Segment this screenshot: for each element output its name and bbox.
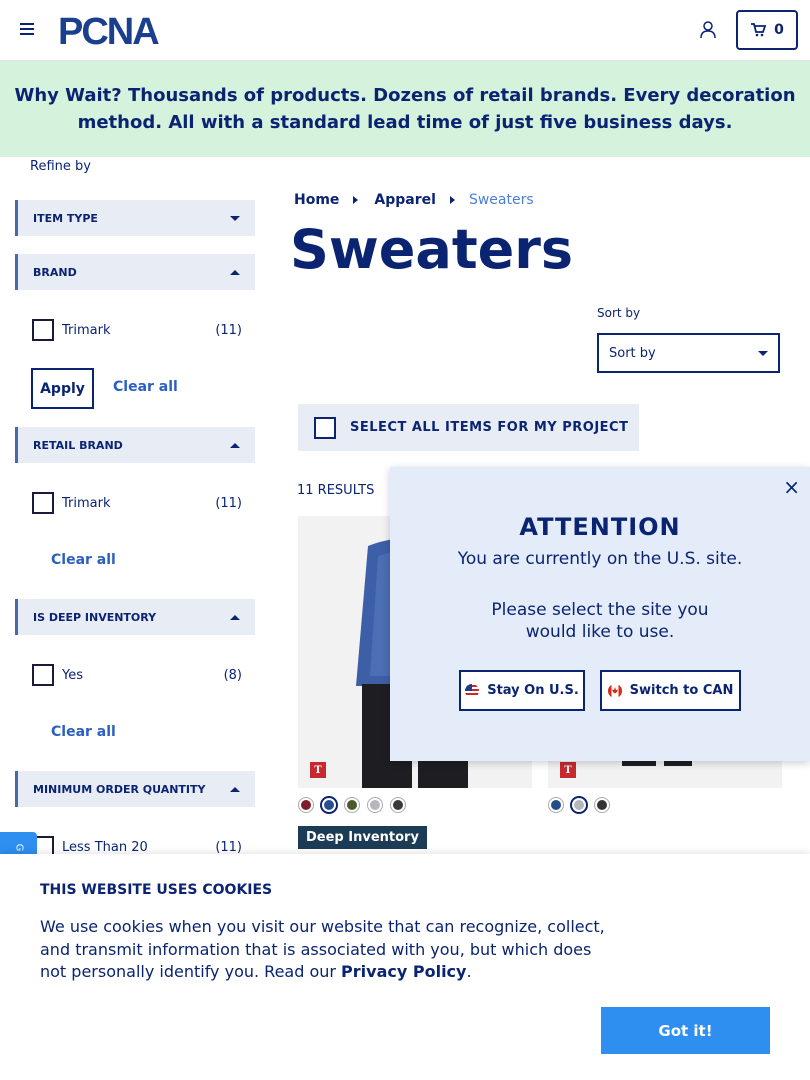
- clear-all-brand-link[interactable]: Clear all: [113, 379, 178, 395]
- cookie-text: We use cookies when you visit our websit…: [40, 917, 605, 981]
- facet-option-label: Trimark: [62, 495, 111, 511]
- facet-deep-inventory[interactable]: IS DEEP INVENTORY: [15, 599, 255, 635]
- facet-brand[interactable]: BRAND: [15, 254, 255, 290]
- cart-button[interactable]: 0: [736, 10, 798, 50]
- sort-selected-value: Sort by: [609, 345, 656, 361]
- color-swatches: [299, 798, 405, 812]
- facet-item-type[interactable]: ITEM TYPE: [15, 200, 255, 236]
- caret-up-icon: [230, 442, 240, 448]
- caret-down-icon: [758, 350, 768, 356]
- clear-all-deep-link[interactable]: Clear all: [51, 724, 116, 740]
- cookie-title: THIS WEBSITE USES COOKIES: [40, 882, 273, 898]
- facet-title: BRAND: [33, 265, 77, 279]
- apply-button[interactable]: Apply: [31, 368, 94, 409]
- breadcrumb-current: Sweaters: [468, 192, 534, 208]
- breadcrumb: Home Apparel Sweaters: [294, 192, 534, 208]
- checkbox[interactable]: [32, 492, 54, 514]
- facet-title: MINIMUM ORDER QUANTITY: [33, 782, 206, 796]
- got-it-button[interactable]: Got it!: [601, 1007, 770, 1054]
- clear-all-retail-link[interactable]: Clear all: [51, 552, 116, 568]
- facet-option-brand-trimark[interactable]: Trimark (11): [32, 318, 242, 342]
- swatch-burgundy[interactable]: [299, 798, 313, 812]
- banner-lead: Why Wait?: [14, 85, 122, 106]
- cart-count: 0: [774, 22, 784, 38]
- facet-option-label: Less Than 20: [62, 839, 148, 855]
- canada-flag-icon: [607, 683, 622, 698]
- facet-option-count: (11): [215, 839, 242, 855]
- close-icon[interactable]: ×: [783, 475, 800, 499]
- pcna-logo[interactable]: PCNA: [58, 12, 176, 48]
- modal-title: ATTENTION: [519, 513, 681, 541]
- chevron-right-icon: [449, 196, 455, 204]
- swatch-navy[interactable]: [549, 798, 563, 812]
- us-flag-icon: [465, 683, 480, 698]
- site-selector-modal: × ATTENTION You are currently on the U.S…: [390, 467, 810, 761]
- cookie-text-block: We use cookies when you visit our websit…: [40, 916, 620, 984]
- swatch-olive[interactable]: [345, 798, 359, 812]
- breadcrumb-home[interactable]: Home: [294, 192, 339, 208]
- facet-title: RETAIL BRAND: [33, 438, 123, 452]
- facet-option-deep-yes[interactable]: Yes (8): [32, 663, 242, 687]
- swatch-grey[interactable]: [572, 798, 586, 812]
- sort-label: Sort by: [597, 306, 641, 320]
- deep-inventory-badge: Deep Inventory: [298, 826, 427, 849]
- switch-can-label: Switch to CAN: [629, 683, 734, 698]
- caret-up-icon: [230, 786, 240, 792]
- color-swatches: [549, 798, 609, 812]
- facet-minimum-order[interactable]: MINIMUM ORDER QUANTITY: [15, 771, 255, 807]
- page-title: Sweaters: [290, 218, 574, 281]
- cart-icon: [751, 23, 767, 37]
- swatch-charcoal[interactable]: [391, 798, 405, 812]
- cookie-banner: THIS WEBSITE USES COOKIES We use cookies…: [0, 854, 810, 1080]
- facet-option-label: Yes: [62, 667, 83, 683]
- select-all-label: SELECT ALL ITEMS FOR MY PROJECT: [350, 420, 629, 435]
- facet-option-label: Trimark: [62, 322, 111, 338]
- facet-retail-brand[interactable]: RETAIL BRAND: [15, 427, 255, 463]
- results-count: 11 RESULTS: [297, 483, 375, 498]
- refine-by-label: Refine by: [30, 159, 91, 174]
- modal-current-site: You are currently on the U.S. site.: [457, 549, 743, 569]
- facet-title: IS DEEP INVENTORY: [33, 610, 157, 624]
- swatch-grey[interactable]: [368, 798, 382, 812]
- site-header: PCNA 0: [0, 0, 810, 61]
- logo-text: PCNA: [58, 12, 159, 48]
- hamburger-menu-icon[interactable]: [20, 20, 38, 40]
- side-tab-label: G: [13, 843, 24, 851]
- banner-text: Thousands of products. Dozens of retail …: [77, 85, 796, 133]
- cookie-period: .: [466, 962, 472, 981]
- facet-title: ITEM TYPE: [33, 211, 98, 225]
- brand-badge-icon: T: [310, 762, 326, 778]
- brand-badge-icon: T: [560, 762, 576, 778]
- caret-down-icon: [230, 215, 240, 221]
- swatch-black[interactable]: [595, 798, 609, 812]
- privacy-policy-link[interactable]: Privacy Policy: [341, 962, 466, 981]
- caret-up-icon: [230, 269, 240, 275]
- facet-option-retail-trimark[interactable]: Trimark (11): [32, 491, 242, 515]
- facet-option-count: (11): [215, 495, 242, 511]
- caret-up-icon: [230, 614, 240, 620]
- facet-option-count: (8): [223, 667, 242, 683]
- stay-us-button[interactable]: Stay On U.S.: [459, 670, 585, 711]
- checkbox[interactable]: [32, 319, 54, 341]
- promo-banner: Why Wait? Thousands of products. Dozens …: [0, 61, 810, 157]
- chevron-right-icon: [353, 196, 359, 204]
- select-all-checkbox[interactable]: [314, 416, 336, 439]
- breadcrumb-apparel[interactable]: Apparel: [374, 192, 436, 208]
- checkbox[interactable]: [32, 664, 54, 686]
- swatch-blue[interactable]: [322, 798, 336, 812]
- select-all-items[interactable]: SELECT ALL ITEMS FOR MY PROJECT: [298, 404, 639, 451]
- sort-select[interactable]: Sort by: [597, 333, 780, 373]
- stay-us-label: Stay On U.S.: [487, 683, 579, 698]
- switch-can-button[interactable]: Switch to CAN: [600, 670, 741, 711]
- facet-option-count: (11): [215, 322, 242, 338]
- account-icon[interactable]: [698, 20, 718, 40]
- modal-instruction: Please select the site you would like to…: [491, 600, 709, 642]
